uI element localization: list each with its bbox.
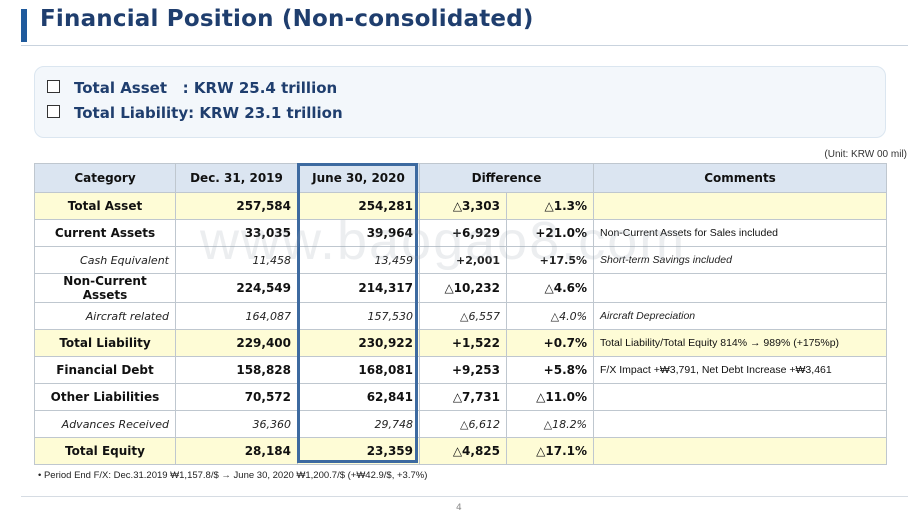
row-pct: +5.8% xyxy=(505,356,595,384)
row-june: 254,281 xyxy=(297,192,420,220)
row-diff: +1,522 xyxy=(419,329,507,357)
header-comments: Comments xyxy=(593,163,888,193)
header-dec-2019: Dec. 31, 2019 xyxy=(175,163,298,193)
row-diff: +6,929 xyxy=(419,219,507,247)
row-june: 157,530 xyxy=(297,302,420,330)
row-comment xyxy=(593,410,888,438)
title-divider xyxy=(21,45,908,46)
row-june: 29,748 xyxy=(297,410,420,438)
row-dec: 224,549 xyxy=(175,273,298,303)
summary-total-asset-text: Total Asset : KRW 25.4 trillion xyxy=(74,79,338,97)
row-comment: Aircraft Depreciation xyxy=(593,302,888,330)
row-june: 23,359 xyxy=(297,437,420,465)
page-title: Financial Position (Non-consolidated) xyxy=(40,6,534,32)
row-diff: △3,303 xyxy=(419,192,507,220)
summary-total-liability-text: Total Liability: KRW 23.1 trillion xyxy=(74,104,343,122)
row-pct: +17.5% xyxy=(505,246,595,274)
row-pct: △18.2% xyxy=(505,410,595,438)
row-category: Cash Equivalent xyxy=(34,246,176,274)
row-pct: △4.0% xyxy=(505,302,595,330)
row-diff: △10,232 xyxy=(419,273,507,303)
row-june: 62,841 xyxy=(297,383,420,411)
summary-box: Total Asset : KRW 25.4 trillion Total Li… xyxy=(34,66,886,138)
row-diff: △7,731 xyxy=(419,383,507,411)
checkbox-icon xyxy=(47,105,60,118)
row-june: 230,922 xyxy=(297,329,420,357)
row-comment xyxy=(593,437,888,465)
row-comment xyxy=(593,192,888,220)
row-category: Total Liability xyxy=(34,329,176,357)
row-comment: F/X Impact +₩3,791, Net Debt Increase +₩… xyxy=(593,356,888,384)
row-pct: △1.3% xyxy=(505,192,595,220)
row-comment xyxy=(593,383,888,411)
row-diff: +9,253 xyxy=(419,356,507,384)
table-header-row: Category Dec. 31, 2019 June 30, 2020 Dif… xyxy=(34,163,888,193)
row-dec: 158,828 xyxy=(175,356,298,384)
row-category: Financial Debt xyxy=(34,356,176,384)
header-category: Category xyxy=(34,163,176,193)
page-number: 4 xyxy=(456,503,462,513)
table-row: Cash Equivalent 11,458 13,459 +2,001 +17… xyxy=(34,246,888,274)
header-difference: Difference xyxy=(418,163,595,193)
row-category: Current Assets xyxy=(34,219,176,247)
row-comment xyxy=(593,273,888,303)
table-row: Total Liability 229,400 230,922 +1,522 +… xyxy=(34,329,888,357)
row-dec: 28,184 xyxy=(175,437,298,465)
row-pct: △11.0% xyxy=(505,383,595,411)
row-dec: 36,360 xyxy=(175,410,298,438)
row-june: 39,964 xyxy=(297,219,420,247)
checkbox-icon xyxy=(47,80,60,93)
table-row: Total Asset 257,584 254,281 △3,303 △1.3% xyxy=(34,192,888,220)
footnote-fx: • Period End F/X: Dec.31.2019 ₩1,157.8/$… xyxy=(38,470,428,481)
summary-total-asset: Total Asset : KRW 25.4 trillion xyxy=(47,79,337,97)
title-accent-bar xyxy=(21,9,27,42)
table-row: Current Assets 33,035 39,964 +6,929 +21.… xyxy=(34,219,888,247)
row-pct: △4.6% xyxy=(505,273,595,303)
table-row: Financial Debt 158,828 168,081 +9,253 +5… xyxy=(34,356,888,384)
row-dec: 164,087 xyxy=(175,302,298,330)
row-diff: △6,612 xyxy=(419,410,507,438)
row-comment: Non-Current Assets for Sales included xyxy=(593,219,888,247)
unit-label: (Unit: KRW 00 mil) xyxy=(824,149,907,160)
summary-total-liability: Total Liability: KRW 23.1 trillion xyxy=(47,104,343,122)
row-june: 13,459 xyxy=(297,246,420,274)
footer-divider xyxy=(21,496,908,497)
row-category: Other Liabilities xyxy=(34,383,176,411)
row-comment: Short-term Savings included xyxy=(593,246,888,274)
table-row: Total Equity 28,184 23,359 △4,825 △17.1% xyxy=(34,437,888,465)
row-diff: +2,001 xyxy=(419,246,507,274)
row-comment: Total Liability/Total Equity 814% → 989%… xyxy=(593,329,888,357)
row-june: 214,317 xyxy=(297,273,420,303)
row-june: 168,081 xyxy=(297,356,420,384)
row-diff: △6,557 xyxy=(419,302,507,330)
row-category: Advances Received xyxy=(34,410,176,438)
table-row: Advances Received 36,360 29,748 △6,612 △… xyxy=(34,410,888,438)
table-row: Aircraft related 164,087 157,530 △6,557 … xyxy=(34,302,888,330)
row-category: Total Equity xyxy=(34,437,176,465)
row-pct: +21.0% xyxy=(505,219,595,247)
row-category: Total Asset xyxy=(34,192,176,220)
row-dec: 33,035 xyxy=(175,219,298,247)
row-category: Non-Current Assets xyxy=(34,273,176,303)
table-row: Non-Current Assets 224,549 214,317 △10,2… xyxy=(34,273,888,303)
header-june-2020: June 30, 2020 xyxy=(297,163,420,193)
row-pct: △17.1% xyxy=(505,437,595,465)
row-dec: 257,584 xyxy=(175,192,298,220)
row-pct: +0.7% xyxy=(505,329,595,357)
row-dec: 229,400 xyxy=(175,329,298,357)
table-row: Other Liabilities 70,572 62,841 △7,731 △… xyxy=(34,383,888,411)
row-category: Aircraft related xyxy=(34,302,176,330)
row-dec: 11,458 xyxy=(175,246,298,274)
row-dec: 70,572 xyxy=(175,383,298,411)
financial-table: Category Dec. 31, 2019 June 30, 2020 Dif… xyxy=(34,163,888,465)
row-diff: △4,825 xyxy=(419,437,507,465)
